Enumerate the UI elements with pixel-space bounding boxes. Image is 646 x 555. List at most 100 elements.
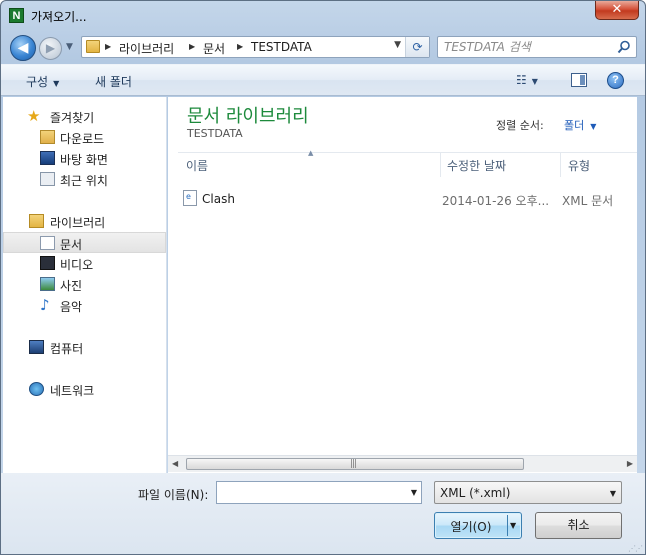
column-divider[interactable] (560, 153, 561, 177)
sidebar-item-label: 최근 위치 (60, 174, 108, 188)
breadcrumb-separator-icon[interactable]: ▶ (105, 42, 111, 51)
forward-button[interactable]: ▶ (39, 37, 62, 60)
sidebar-item-music[interactable]: ♪ 음악 (3, 295, 166, 316)
sidebar-item-computer[interactable]: 컴퓨터 (3, 337, 166, 358)
sidebar-item-label: 즐겨찾기 (50, 111, 95, 125)
sidebar-item-label: 비디오 (60, 258, 94, 272)
grip-icon: ||| (350, 459, 357, 469)
sidebar-item-libraries[interactable]: 라이브러리 (3, 211, 166, 232)
column-header-date-modified[interactable]: 수정한 날짜 (447, 157, 559, 177)
sidebar-item-downloads[interactable]: 다운로드 (3, 127, 166, 148)
file-row[interactable]: Clash 2014-01-26 오후... XML 문서 (178, 188, 637, 210)
scroll-right-icon[interactable]: ▶ (627, 459, 633, 468)
horizontal-scrollbar[interactable]: ◀ ||| ▶ (168, 455, 637, 472)
libraries-icon (29, 214, 44, 228)
file-list-pane: 문서 라이브러리 TESTDATA 정렬 순서: 폴더 ▼ ▲ 이름 수정한 날짜… (168, 97, 637, 474)
resize-grip-icon[interactable]: ⋰⋰ (628, 544, 643, 553)
sidebar-item-favorites[interactable]: ★ 즐겨찾기 (3, 106, 166, 127)
picture-icon (40, 277, 55, 291)
sidebar-item-label: 음악 (60, 300, 83, 314)
refresh-button[interactable]: ⟳ (405, 37, 429, 57)
xml-file-icon (183, 190, 197, 206)
sidebar-item-label: 사진 (60, 279, 83, 293)
file-type-select[interactable]: XML (*.xml) ▼ (434, 481, 622, 504)
breadcrumb-documents[interactable]: 문서 (203, 40, 225, 57)
search-box[interactable] (437, 36, 637, 58)
column-header-row: ▲ 이름 수정한 날짜 유형 (178, 149, 637, 177)
sidebar-item-desktop[interactable]: 바탕 화면 (3, 148, 166, 169)
file-name: Clash (202, 192, 235, 206)
open-button-label: 열기(O) (450, 520, 492, 534)
help-icon[interactable]: ? (607, 72, 624, 89)
sort-ascending-icon: ▲ (308, 149, 314, 157)
sort-label: 정렬 순서: (496, 119, 544, 132)
star-icon: ★ (27, 107, 41, 125)
breadcrumb-testdata[interactable]: TESTDATA (251, 40, 312, 54)
close-button[interactable]: ✕ (595, 1, 639, 20)
filename-label: 파일 이름(N): (138, 488, 209, 502)
filename-input[interactable] (221, 485, 401, 501)
dialog-footer: 파일 이름(N): ▼ XML (*.xml) ▼ 열기(O) ▼ 취소 ⋰⋰ (1, 473, 645, 554)
sidebar-item-network[interactable]: 네트워크 (3, 379, 166, 400)
chevron-down-icon: ▼ (590, 122, 597, 131)
chevron-down-icon: ▼ (531, 77, 538, 86)
change-view-button[interactable]: ☷ ▼ (516, 73, 556, 89)
sidebar-item-label: 문서 (60, 238, 83, 252)
search-icon[interactable] (617, 40, 631, 54)
file-date-modified: 2014-01-26 오후... (442, 194, 550, 208)
column-divider[interactable] (440, 153, 441, 177)
video-icon (40, 256, 55, 270)
view-list-icon: ☷ (516, 73, 527, 87)
address-dropdown-icon[interactable]: ▼ (394, 40, 401, 50)
new-folder-button[interactable]: 새 폴더 (95, 73, 132, 90)
app-icon: N (9, 8, 24, 23)
organize-button[interactable]: 구성 ▼ (26, 73, 59, 90)
document-icon (40, 236, 55, 250)
sidebar-item-videos[interactable]: 비디오 (3, 253, 166, 274)
sidebar-item-label: 라이브러리 (50, 216, 106, 230)
preview-pane-icon[interactable] (571, 73, 587, 87)
column-header-name[interactable]: 이름 (186, 157, 440, 177)
library-subtitle: TESTDATA (187, 127, 243, 140)
scroll-left-icon[interactable]: ◀ (172, 459, 178, 468)
search-input[interactable] (444, 39, 614, 55)
open-button[interactable]: 열기(O) ▼ (434, 512, 522, 539)
computer-icon (29, 340, 44, 354)
sidebar-item-recent-places[interactable]: 최근 위치 (3, 169, 166, 190)
sidebar-item-label: 네트워크 (50, 384, 95, 398)
back-button[interactable]: ◀ (10, 35, 36, 61)
command-bar: 구성 ▼ 새 폴더 ☷ ▼ ? (1, 64, 645, 96)
file-type-value: XML (*.xml) (440, 486, 511, 500)
breadcrumb-separator-icon[interactable]: ▶ (237, 42, 243, 51)
breadcrumb-separator-icon[interactable]: ▶ (189, 42, 195, 51)
window-title: 가져오기... (31, 10, 87, 24)
navigation-pane: ★ 즐겨찾기 다운로드 바탕 화면 최근 위치 라이브러리 문서 비디오 사진 … (3, 97, 167, 474)
sidebar-item-label: 바탕 화면 (60, 153, 108, 167)
filename-combobox[interactable]: ▼ (216, 481, 422, 504)
breadcrumb-libraries[interactable]: 라이브러리 (119, 40, 174, 57)
arrange-by-value: 폴더 (564, 119, 585, 132)
open-options-chevron-icon[interactable]: ▼ (510, 521, 516, 530)
file-type: XML 문서 (562, 194, 614, 208)
chevron-down-icon: ▼ (609, 489, 616, 498)
music-icon: ♪ (40, 296, 50, 314)
column-header-type[interactable]: 유형 (568, 157, 628, 177)
recent-pages-dropdown[interactable]: ▼ (66, 42, 73, 52)
cancel-button[interactable]: 취소 (535, 512, 622, 539)
recent-places-icon (40, 172, 55, 186)
sidebar-item-pictures[interactable]: 사진 (3, 274, 166, 295)
scrollbar-thumb[interactable]: ||| (186, 458, 524, 470)
split-divider (507, 515, 508, 536)
folder-icon (86, 40, 100, 53)
sidebar-item-label: 다운로드 (60, 132, 105, 146)
network-icon (29, 382, 44, 396)
sidebar-item-documents[interactable]: 문서 (3, 232, 166, 253)
address-bar[interactable]: ▶ 라이브러리 ▶ 문서 ▶ TESTDATA ▼ ⟳ (81, 36, 430, 58)
downloads-folder-icon (40, 130, 55, 144)
title-bar: N 가져오기... ✕ (1, 1, 645, 31)
library-title: 문서 라이브러리 (187, 106, 309, 127)
chevron-down-icon: ▼ (53, 79, 60, 88)
arrange-by-dropdown[interactable]: 폴더 ▼ (564, 117, 596, 133)
chevron-down-icon[interactable]: ▼ (411, 488, 417, 497)
sidebar-item-label: 컴퓨터 (50, 342, 84, 356)
